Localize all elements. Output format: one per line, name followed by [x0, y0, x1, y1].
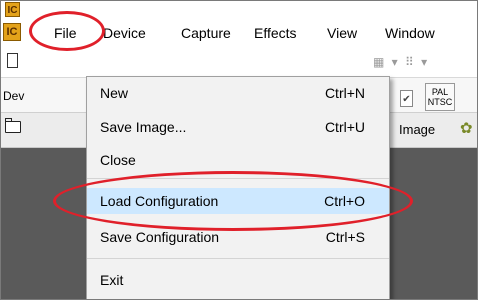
menu-item-label: Save Configuration — [100, 229, 220, 245]
menu-item-shortcut: Ctrl+U — [324, 119, 365, 135]
menu-bar: IC File Device Capture Effects View Wind… — [1, 19, 477, 47]
device-dropdown-arrow[interactable]: ✔ — [400, 90, 413, 107]
menu-file[interactable]: File — [54, 25, 77, 41]
menu-item-shortcut: Ctrl+N — [324, 85, 365, 101]
menu-separator — [87, 178, 389, 179]
menu-item-close[interactable]: Close — [87, 147, 389, 173]
open-folder-icon[interactable] — [5, 118, 21, 133]
app-window: IC IC File Device Capture Effects View W… — [0, 0, 478, 300]
title-bar: IC — [1, 1, 477, 19]
menu-capture[interactable]: Capture — [181, 25, 231, 41]
ntsc-label: NTSC — [427, 97, 453, 107]
app-icon[interactable]: IC — [5, 2, 20, 17]
menu-item-save-image[interactable]: Save Image... Ctrl+U — [87, 114, 389, 140]
menu-item-label: Load Configuration — [100, 193, 219, 209]
menu-window[interactable]: Window — [385, 25, 435, 41]
menu-item-shortcut: Ctrl+O — [324, 193, 365, 209]
menu-item-save-configuration[interactable]: Save Configuration Ctrl+S — [87, 224, 389, 250]
pal-label: PAL — [431, 87, 449, 97]
image-button-label[interactable]: Image — [399, 122, 435, 137]
menu-device[interactable]: Device — [103, 25, 146, 41]
device-label: Dev — [3, 89, 25, 103]
menu-item-label: New — [100, 85, 129, 101]
menu-item-new[interactable]: New Ctrl+N — [87, 80, 389, 106]
new-document-icon[interactable] — [7, 53, 18, 68]
system-menu-icon[interactable]: IC — [3, 23, 21, 41]
menu-item-exit[interactable]: Exit — [87, 267, 389, 293]
menu-item-label: Exit — [100, 272, 124, 288]
menu-item-shortcut: Ctrl+S — [325, 229, 365, 245]
menu-item-label: Save Image... — [100, 119, 187, 135]
menu-item-load-configuration[interactable]: Load Configuration Ctrl+O — [87, 188, 389, 214]
menu-view[interactable]: View — [327, 25, 357, 41]
toolbar-grid-icon[interactable]: ▦ ▾ ⠿ ▾ — [373, 55, 429, 69]
menu-separator — [87, 258, 389, 259]
pal-ntsc-button[interactable]: PAL NTSC — [425, 83, 455, 111]
menu-effects[interactable]: Effects — [254, 25, 297, 41]
effects-icon[interactable]: ✿ — [460, 119, 473, 137]
file-dropdown-menu: New Ctrl+N Save Image... Ctrl+U Close Lo… — [86, 76, 390, 299]
menu-item-label: Close — [100, 152, 136, 168]
